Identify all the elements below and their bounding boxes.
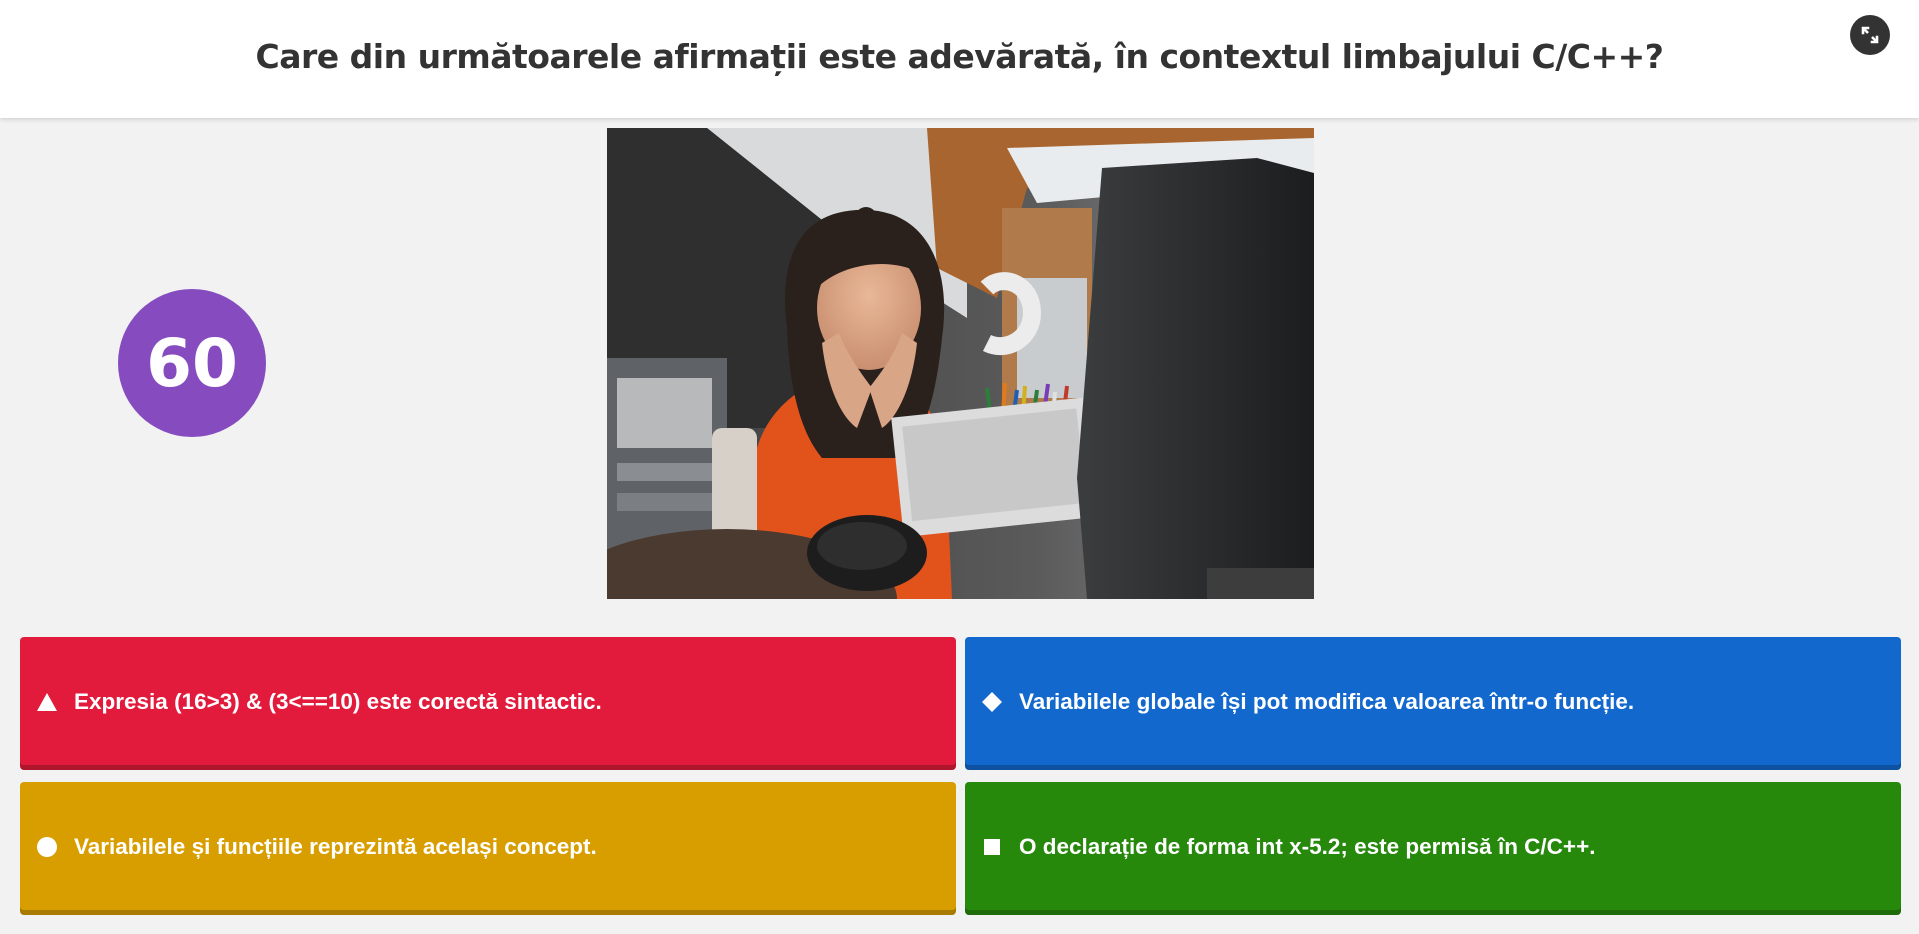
answer-diamond-button[interactable]: Variabilele globale își pot modifica val… <box>965 637 1901 770</box>
answer-diamond-label: Variabilele globale își pot modifica val… <box>1019 688 1635 714</box>
answer-triangle-label: Expresia (16>3) & (3<==10) este corectă … <box>74 688 602 714</box>
countdown-timer: 60 <box>118 289 266 437</box>
triangle-icon <box>34 689 60 715</box>
answer-square-label: O declarație de forma int x-5.2; este pe… <box>1019 833 1596 859</box>
square-icon <box>979 834 1005 860</box>
answer-circle-label: Variabilele și funcțiile reprezintă acel… <box>74 833 597 859</box>
fullscreen-icon <box>1861 26 1879 44</box>
diamond-icon <box>979 689 1005 715</box>
answer-square-button[interactable]: O declarație de forma int x-5.2; este pe… <box>965 782 1901 915</box>
circle-icon <box>34 834 60 860</box>
question-header: Care din următoarele afirmații este adev… <box>0 0 1919 118</box>
fullscreen-button[interactable] <box>1850 15 1890 55</box>
question-title: Care din următoarele afirmații este adev… <box>255 36 1664 76</box>
answer-triangle-button[interactable]: Expresia (16>3) & (3<==10) este corectă … <box>20 637 956 770</box>
question-image <box>607 128 1314 599</box>
answer-circle-button[interactable]: Variabilele și funcțiile reprezintă acel… <box>20 782 956 915</box>
student-laptop-illustration <box>607 128 1314 599</box>
